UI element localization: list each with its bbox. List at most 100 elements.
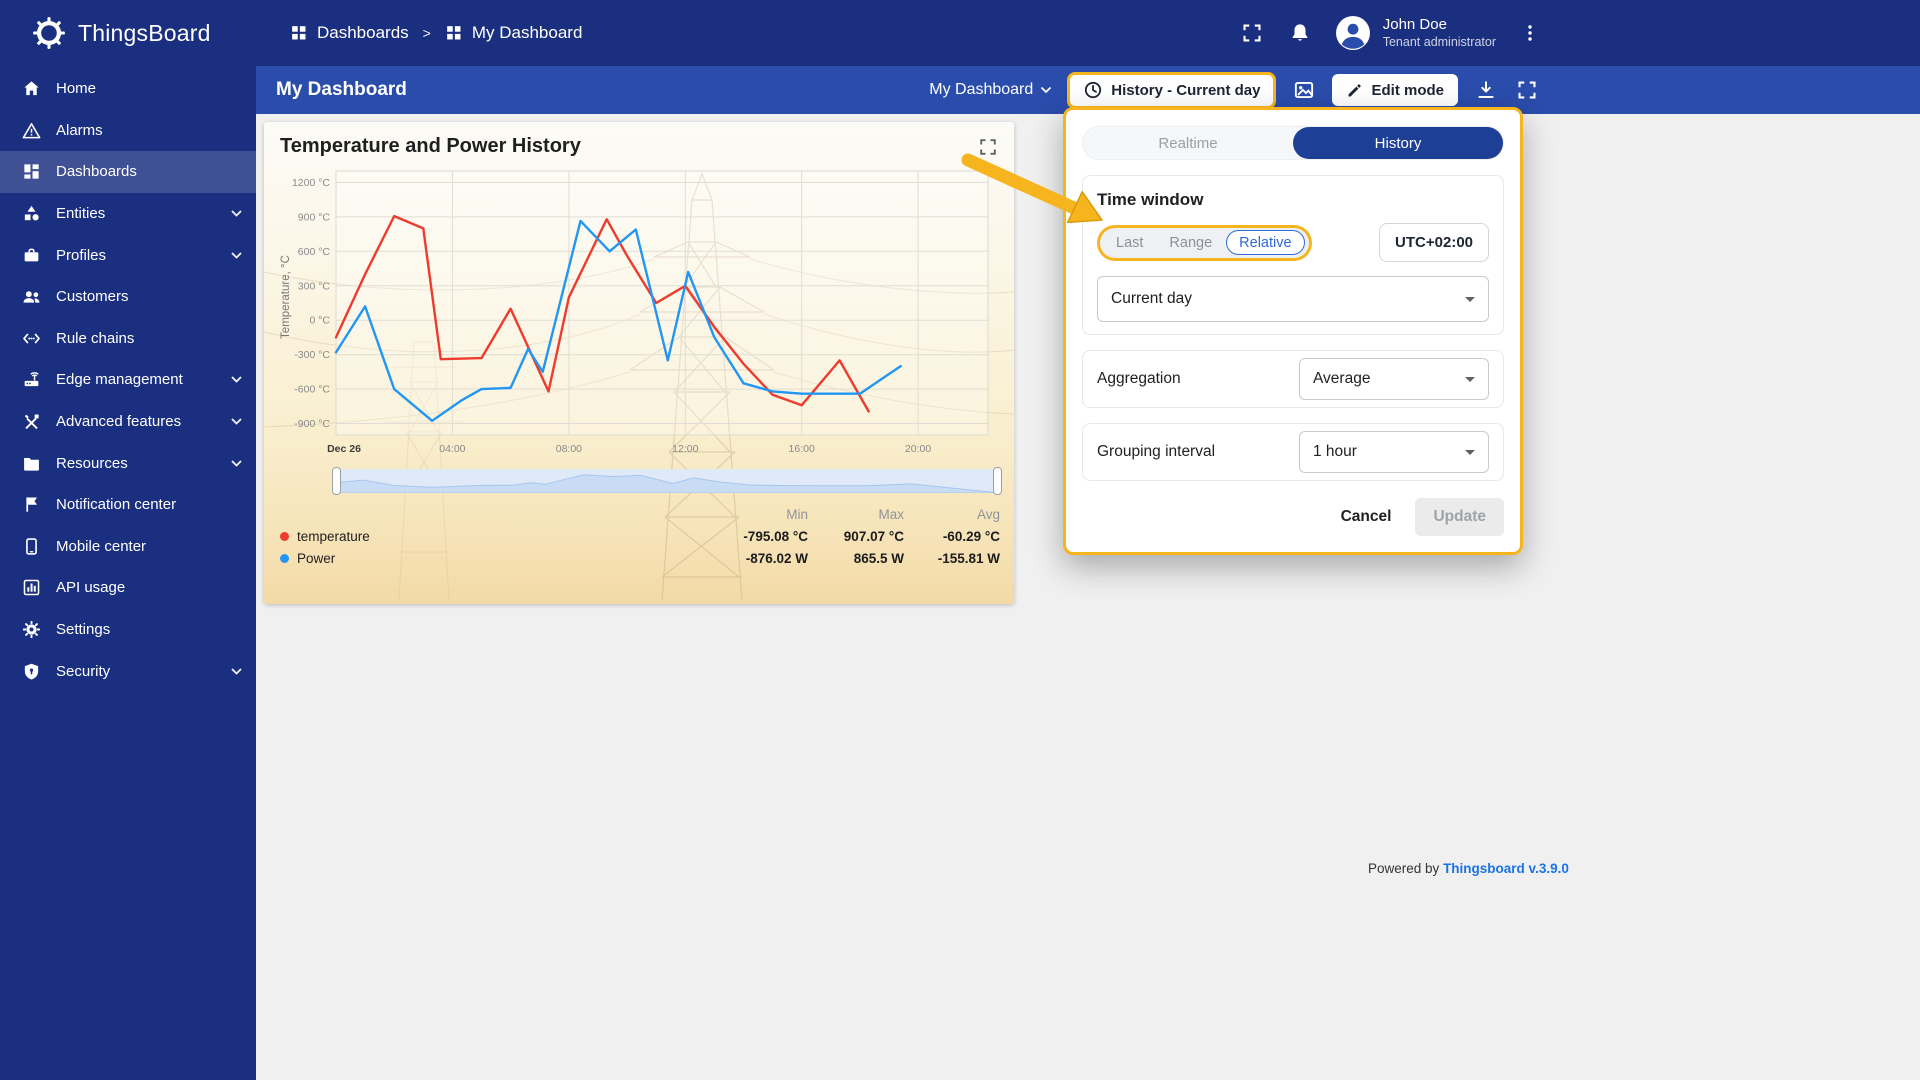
sidebar-item-settings[interactable]: Settings <box>0 609 256 651</box>
aggregation-select[interactable]: Average <box>1299 358 1489 400</box>
sidebar-item-home[interactable]: Home <box>0 68 256 110</box>
fullscreen-button[interactable] <box>1239 20 1265 46</box>
version-link[interactable]: Thingsboard v.3.9.0 <box>1443 861 1569 876</box>
legend-max-value: 865.5 W <box>853 551 904 566</box>
grouping-select[interactable]: 1 hour <box>1299 431 1489 473</box>
powered-by-text: Powered by <box>1368 861 1440 876</box>
sidebar-item-dashboards[interactable]: Dashboards <box>0 151 256 193</box>
sidebar-item-label: Home <box>56 80 97 98</box>
slider-handle-left[interactable] <box>332 467 341 495</box>
notification-icon <box>26 497 38 512</box>
pencil-icon <box>1349 83 1362 96</box>
tab-realtime[interactable]: Realtime <box>1083 127 1293 159</box>
sidebar-item-advanced-features[interactable]: Advanced features <box>0 401 256 443</box>
sidebar-item-label: Resources <box>56 454 128 472</box>
slider-handle-right[interactable] <box>993 467 1002 495</box>
sidebar-item-label: Entities <box>56 205 106 223</box>
background-image-button[interactable] <box>1291 77 1317 103</box>
sidebar-item-api-usage[interactable]: API usage <box>0 567 256 609</box>
export-button[interactable] <box>1473 77 1499 103</box>
notifications-button[interactable] <box>1287 20 1313 46</box>
legend-avg-value: -60.29 °C <box>942 529 1000 544</box>
mode-last[interactable]: Last <box>1104 230 1155 256</box>
avatar-icon <box>1335 16 1370 50</box>
sidebar-item-entities[interactable]: Entities <box>0 193 256 235</box>
dashboards-icon <box>24 164 39 180</box>
more-menu-button[interactable] <box>1518 21 1542 45</box>
sidebar-item-label: Rule chains <box>56 329 135 347</box>
user-menu[interactable]: John Doe Tenant administrator <box>1335 15 1496 51</box>
sidebar-item-mobile-center[interactable]: Mobile center <box>0 526 256 568</box>
breadcrumb-current[interactable]: My Dashboard <box>445 23 583 43</box>
edit-mode-button[interactable]: Edit mode <box>1332 74 1458 106</box>
timewindow-popup: Realtime History Time window Last Range … <box>1063 107 1523 555</box>
breadcrumb-dashboards[interactable]: Dashboards <box>290 23 409 43</box>
svg-text:20:00: 20:00 <box>905 443 931 455</box>
timeseries-chart: 1200 °C 900 °C 600 °C 300 °C 0 °C -300 °C -600… <box>292 170 989 455</box>
chevron-down-icon <box>1465 296 1475 302</box>
profiles-icon <box>24 248 39 262</box>
legend-series-label[interactable]: Power <box>280 551 712 566</box>
sidebar-item-notification-center[interactable]: Notification center <box>0 484 256 526</box>
sidebar-item-alarms[interactable]: Alarms <box>0 110 256 152</box>
thingsboard-logo[interactable]: ThingsBoard <box>0 16 256 50</box>
edge-icon <box>24 372 39 387</box>
timezone-button[interactable]: UTC+02:00 <box>1379 223 1489 262</box>
sidebar-item-customers[interactable]: Customers <box>0 276 256 318</box>
mode-relative[interactable]: Relative <box>1226 230 1305 255</box>
widget-expand-button[interactable] <box>976 135 1000 159</box>
dashboard-select[interactable]: My Dashboard <box>929 81 1052 99</box>
svg-text:08:00: 08:00 <box>556 443 582 455</box>
dashboard-content: Temperature and Power History Temperatur… <box>256 107 1920 1080</box>
app-header: ThingsBoard Dashboards > My Dashboard Jo… <box>0 0 1920 66</box>
mode-range[interactable]: Range <box>1157 230 1224 256</box>
sidebar-item-rule-chains[interactable]: Rule chains <box>0 318 256 360</box>
time-range-slider[interactable] <box>332 467 1002 495</box>
edit-mode-label: Edit mode <box>1371 81 1444 99</box>
image-icon <box>1295 82 1314 98</box>
svg-text:300 °C: 300 °C <box>298 280 331 292</box>
chevron-down-icon <box>231 376 242 384</box>
chevron-down-icon <box>231 252 242 259</box>
home-icon <box>24 81 39 96</box>
chevron-down-icon <box>1041 86 1052 94</box>
sidebar-item-security[interactable]: Security <box>0 650 256 692</box>
user-name: John Doe <box>1382 15 1447 33</box>
svg-text:600 °C: 600 °C <box>298 246 331 258</box>
interval-select[interactable]: Current day <box>1097 276 1489 322</box>
chart-area: Temperature, °C 1200 °C 900 °C 600 °C 300 °… <box>278 163 1000 461</box>
timeseries-widget: Temperature and Power History Temperatur… <box>264 122 1014 604</box>
legend-avg-value: -155.81 W <box>937 551 1000 566</box>
timewindow-button[interactable]: History - Current day <box>1067 71 1277 109</box>
breadcrumb-current-label: My Dashboard <box>471 23 583 42</box>
api-icon <box>23 580 40 596</box>
dashboard-select-label: My Dashboard <box>929 81 1034 98</box>
sidebar-item-label: Notification center <box>56 496 177 514</box>
chevron-down-icon <box>231 460 242 467</box>
fullscreen-icon <box>1518 81 1536 99</box>
tab-history[interactable]: History <box>1293 127 1503 159</box>
dashboard-fullscreen-button[interactable] <box>1514 77 1540 103</box>
legend-dot-icon <box>280 554 289 563</box>
sidebar-item-label: Customers <box>56 288 129 306</box>
aggregation-label: Aggregation <box>1097 370 1181 387</box>
legend-series-label[interactable]: temperature <box>280 529 712 544</box>
legend-header-max: Max <box>878 507 904 522</box>
sidebar-item-profiles[interactable]: Profiles <box>0 234 256 276</box>
page-title: My Dashboard <box>276 79 407 100</box>
legend-header-min: Min <box>786 507 808 522</box>
update-button[interactable]: Update <box>1415 498 1504 536</box>
sidebar-item-edge-management[interactable]: Edge management <box>0 359 256 401</box>
customers-icon <box>23 291 40 303</box>
svg-text:-300 °C: -300 °C <box>294 349 330 361</box>
time-window-title: Time window <box>1097 190 1204 209</box>
aggregation-section: Aggregation Average <box>1082 350 1504 408</box>
slider-track[interactable] <box>334 469 1000 493</box>
sidebar-item-resources[interactable]: Resources <box>0 442 256 484</box>
slider-preview-chart <box>334 474 1000 493</box>
chevron-down-icon <box>231 418 242 425</box>
svg-text:900 °C: 900 °C <box>298 211 331 223</box>
timewindow-tabs: Realtime History <box>1082 126 1504 160</box>
svg-text:-600 °C: -600 °C <box>294 384 330 396</box>
cancel-button[interactable]: Cancel <box>1327 498 1406 536</box>
